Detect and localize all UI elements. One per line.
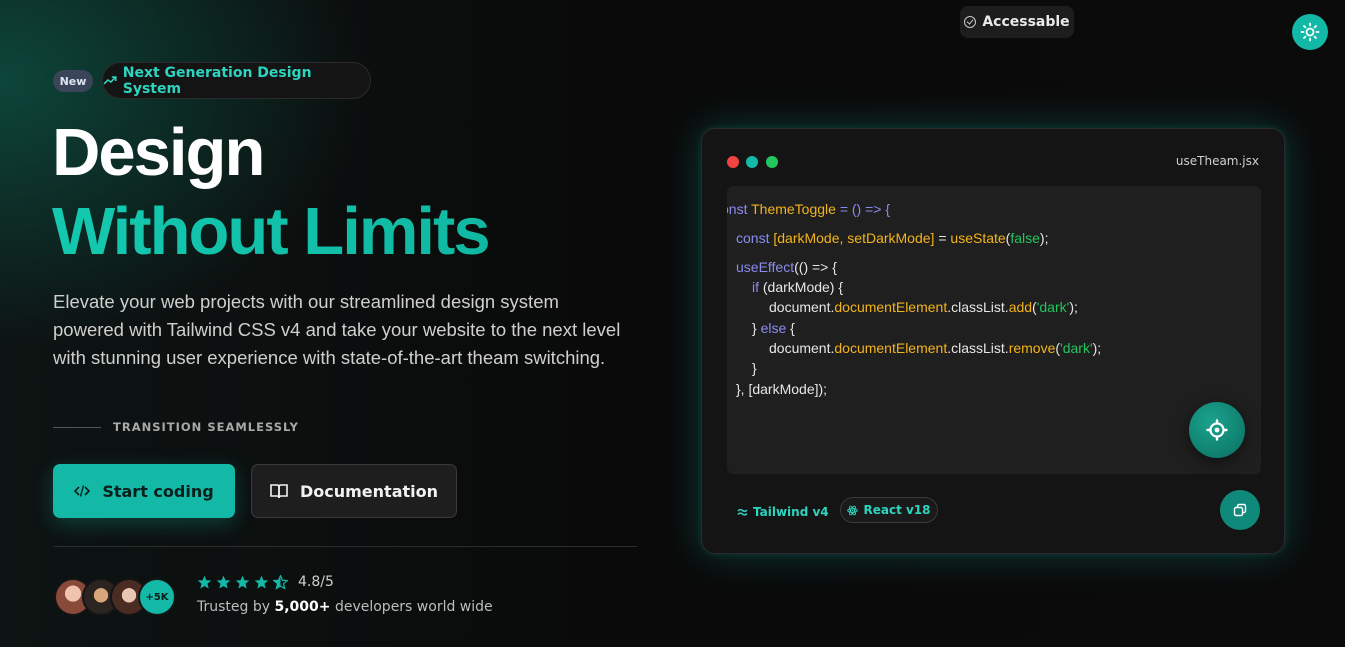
code-line: if (darkMode) { (752, 279, 844, 295)
documentation-button[interactable]: Documentation (251, 464, 457, 518)
code-line: } (752, 360, 757, 376)
start-coding-label: Start coding (102, 481, 214, 501)
code-icon (74, 485, 91, 497)
new-badge: New (53, 70, 93, 92)
window-close-dot (727, 156, 739, 168)
copy-icon (1233, 503, 1247, 517)
star-icon (235, 575, 250, 588)
code-line: const [darkMode, setDarkMode] = useState… (736, 230, 1049, 246)
code-line: document.documentElement.classList.remov… (769, 340, 1102, 356)
divider-line (53, 426, 101, 428)
accessible-chip[interactable]: Accessable (960, 6, 1074, 38)
tailwind-icon (737, 508, 748, 516)
documentation-label: Documentation (299, 481, 439, 501)
transition-label-row: TRANSITION SEAMLESSLY (53, 420, 299, 434)
trust-text: Trusteg by 5,000+ developers world wide (197, 599, 493, 615)
accessible-label: Accessable (982, 14, 1070, 30)
avatar-group: +5K (54, 578, 184, 616)
code-block: onst ThemeToggle = () => { const [darkMo… (727, 186, 1261, 474)
theme-settings-button[interactable] (1189, 402, 1245, 458)
code-filename: useTheam.jsx (1175, 154, 1259, 168)
check-circle-icon (964, 16, 977, 28)
react-atom-icon (847, 505, 859, 515)
settings-icon (1206, 419, 1228, 441)
copy-code-button[interactable] (1220, 490, 1260, 530)
hero-description: Elevate your web projects with our strea… (53, 291, 621, 368)
trust-suffix: developers world wide (330, 599, 493, 615)
hero-title-accent: Without Limits (52, 192, 491, 272)
code-line: onst ThemeToggle = () => { (727, 201, 891, 217)
code-line: } else { (752, 320, 795, 336)
transition-label: TRANSITION SEAMLESSLY (113, 420, 299, 434)
rating-value: 4.8/5 (298, 574, 334, 590)
code-line: useEffect(() => { (736, 259, 837, 275)
react-tag: React v18 (840, 497, 938, 523)
window-minimize-dot (746, 156, 758, 168)
rating-row: 4.8/5 (197, 574, 334, 590)
trust-count: 5,000+ (274, 599, 331, 615)
star-rating (197, 574, 288, 590)
trending-up-icon (103, 75, 117, 84)
hero-title: Design (52, 115, 265, 190)
code-line: }, [darkMode]); (736, 381, 828, 397)
announcement-label: Next Generation Design System (122, 64, 312, 97)
code-preview-window: useTheam.jsx onst ThemeToggle = () => { … (701, 128, 1285, 554)
trust-prefix: Trusteg by (197, 599, 275, 615)
theme-toggle-button[interactable] (1292, 14, 1328, 50)
window-maximize-dot (766, 156, 778, 168)
star-icon (197, 575, 212, 588)
react-tag-label: React v18 (863, 503, 931, 517)
announcement-pill[interactable]: Next Generation Design System (102, 62, 371, 99)
star-icon (216, 575, 231, 588)
start-coding-button[interactable]: Start coding (53, 464, 235, 518)
star-icon (254, 575, 269, 588)
avatar-more-count: +5K (138, 578, 176, 616)
tailwind-tag-label: Tailwind v4 (753, 505, 829, 519)
sun-icon (1300, 22, 1320, 42)
tailwind-tag: Tailwind v4 (737, 499, 829, 525)
section-divider (53, 546, 637, 547)
star-half-icon (273, 574, 288, 590)
code-line: document.documentElement.classList.add('… (769, 299, 1078, 315)
book-icon (270, 484, 288, 499)
